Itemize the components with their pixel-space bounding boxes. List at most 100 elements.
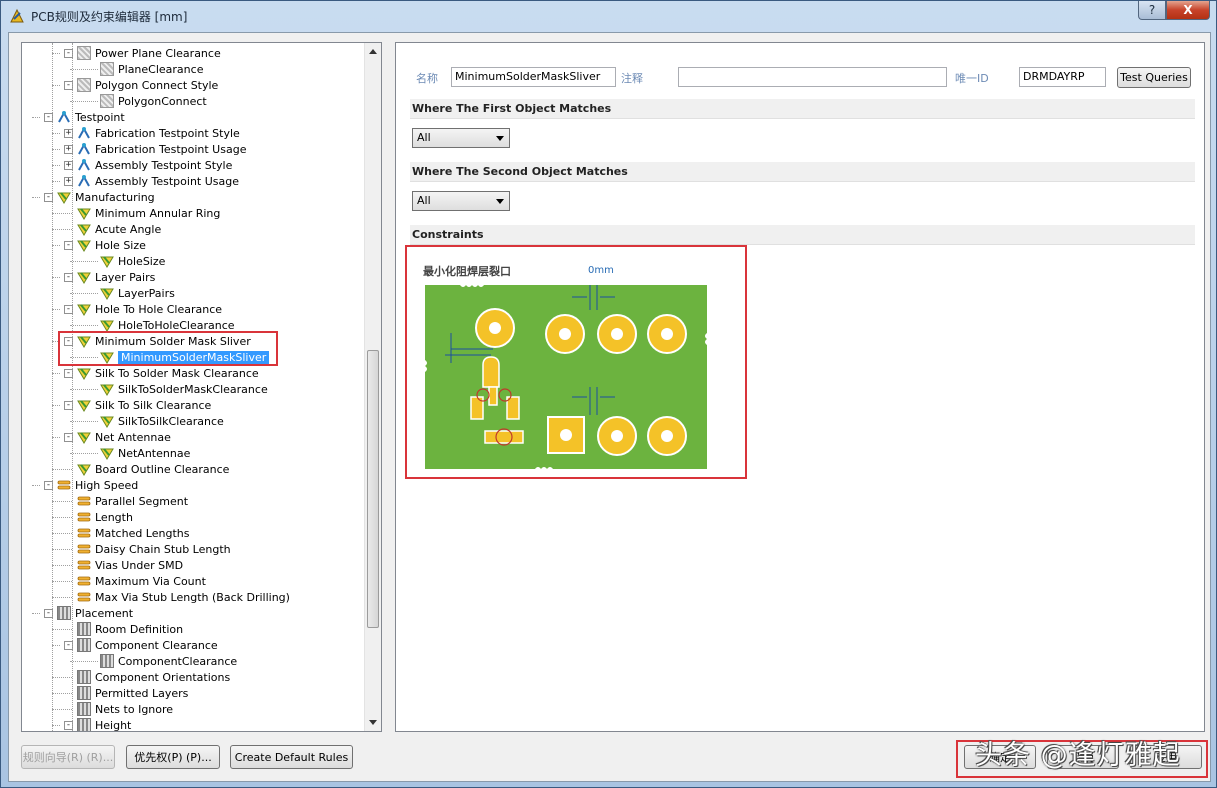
tree-item[interactable]: PlaneClearance	[100, 61, 203, 77]
tree-item[interactable]: - Net Antennae	[64, 429, 171, 445]
scroll-thumb[interactable]	[367, 350, 379, 628]
tree-connector	[52, 677, 72, 678]
comment-input[interactable]	[678, 67, 947, 87]
tree-connector	[52, 181, 60, 182]
scroll-up-icon[interactable]	[369, 49, 377, 54]
tree-connector	[70, 69, 98, 70]
tree-item[interactable]: - Hole Size	[64, 237, 146, 253]
tree-connector	[52, 277, 60, 278]
tree-item[interactable]: Room Definition	[77, 621, 183, 637]
tree-item[interactable]: - Manufacturing	[44, 189, 155, 205]
tree-scrollbar[interactable]	[364, 43, 381, 731]
tree-item-label: PolygonConnect	[118, 94, 207, 108]
title-bar[interactable]: PCB规则及约束编辑器 [mm] ? X	[1, 1, 1216, 31]
tree-item[interactable]: - Polygon Connect Style	[64, 77, 218, 93]
tree-item[interactable]: Nets to Ignore	[77, 701, 173, 717]
tree-connector	[52, 405, 60, 406]
tree-item[interactable]: - Component Clearance	[64, 637, 218, 653]
scroll-down-icon[interactable]	[369, 720, 377, 725]
dropdown-arrow-icon	[496, 136, 504, 141]
rule-mfg-icon	[77, 430, 91, 444]
tree-item-label: SilkToSilkClearance	[118, 414, 224, 428]
rule-hs-icon	[57, 478, 71, 492]
tree-item-label: Length	[95, 510, 133, 524]
tree-item-label: High Speed	[75, 478, 139, 492]
tree-item[interactable]: Max Via Stub Length (Back Drilling)	[77, 589, 290, 605]
tree-item-label: HoleSize	[118, 254, 166, 268]
close-button[interactable]: X	[1166, 1, 1210, 20]
name-input[interactable]: MinimumSolderMaskSliver	[451, 67, 616, 87]
tree-item[interactable]: - Placement	[44, 605, 133, 621]
tree-item[interactable]: - High Speed	[44, 477, 138, 493]
priorities-button[interactable]: 优先权(P) (P)...	[126, 745, 220, 769]
rule-mfg-icon	[77, 366, 91, 380]
tree-item[interactable]: Permitted Layers	[77, 685, 188, 701]
rule-mfg-icon	[57, 190, 71, 204]
tree-item-label: Silk To Silk Clearance	[95, 398, 212, 412]
create-default-rules-button[interactable]: Create Default Rules	[230, 745, 353, 769]
tree-item[interactable]: + Assembly Testpoint Style	[64, 157, 232, 173]
rule-wizard-button[interactable]: 规则向导(R) (R)...	[21, 745, 115, 769]
rule-hs-icon	[77, 574, 91, 588]
tree-item[interactable]: Minimum Annular Ring	[77, 205, 220, 221]
sliver-value[interactable]: 0mm	[588, 265, 614, 276]
second-object-header: Where The Second Object Matches	[410, 162, 1195, 182]
tree-item[interactable]: Component Orientations	[77, 669, 230, 685]
tree-item[interactable]: PolygonConnect	[100, 93, 207, 109]
tree-connector	[32, 485, 40, 486]
rules-tree[interactable]: - Power Plane Clearance PlaneClearance - Pol…	[21, 42, 382, 732]
tree-item[interactable]: Board Outline Clearance	[77, 461, 229, 477]
tree-item[interactable]: HoleSize	[100, 253, 165, 269]
second-object-combo[interactable]: All	[412, 191, 510, 211]
tree-item[interactable]: Daisy Chain Stub Length	[77, 541, 231, 557]
tree-item[interactable]: SilkToSolderMaskClearance	[100, 381, 268, 397]
tree-item[interactable]: SilkToSilkClearance	[100, 413, 224, 429]
tree-item[interactable]: NetAntennae	[100, 445, 190, 461]
tree-guide-line	[52, 43, 53, 731]
tree-connector	[52, 501, 72, 502]
tree-connector	[52, 245, 60, 246]
tree-item[interactable]: - Hole To Hole Clearance	[64, 301, 222, 317]
tree-item[interactable]: Matched Lengths	[77, 525, 189, 541]
tree-item[interactable]: + Fabrication Testpoint Style	[64, 125, 240, 141]
tree-item[interactable]: - Silk To Silk Clearance	[64, 397, 211, 413]
tree-connector	[52, 53, 60, 54]
tree-connector	[52, 629, 72, 630]
test-queries-button[interactable]: Test Queries	[1117, 67, 1191, 88]
tree-connector	[70, 325, 98, 326]
tree-item-label: PlaneClearance	[118, 62, 204, 76]
tree-item-label: LayerPairs	[118, 286, 175, 300]
tree-item-label: Assembly Testpoint Style	[95, 158, 233, 172]
tree-item[interactable]: Vias Under SMD	[77, 557, 183, 573]
tree-item[interactable]: Parallel Segment	[77, 493, 188, 509]
tree-item[interactable]: - Height	[64, 717, 131, 731]
tree-connector	[52, 229, 72, 230]
tree-guide-line	[72, 43, 73, 731]
tree-item-label: SilkToSolderMaskClearance	[118, 382, 268, 396]
tree-item[interactable]: - Silk To Solder Mask Clearance	[64, 365, 259, 381]
tree-item[interactable]: - Power Plane Clearance	[64, 45, 221, 61]
constraints-header: Constraints	[410, 225, 1195, 245]
tree-item-label: ComponentClearance	[118, 654, 238, 668]
tree-item[interactable]: Maximum Via Count	[77, 573, 206, 589]
uid-input[interactable]: DRMDAYRP	[1019, 67, 1106, 87]
tree-item[interactable]: LayerPairs	[100, 285, 175, 301]
uid-label: 唯一ID	[955, 72, 989, 85]
tree-item[interactable]: - Layer Pairs	[64, 269, 155, 285]
tree-connector	[52, 85, 60, 86]
tree-item[interactable]: ComponentClearance	[100, 653, 237, 669]
tree-item[interactable]: + Assembly Testpoint Usage	[64, 173, 239, 189]
tree-item[interactable]: Acute Angle	[77, 221, 161, 237]
tree-item-label: Testpoint	[75, 110, 125, 124]
window-title: PCB规则及约束编辑器 [mm]	[31, 9, 188, 24]
help-button[interactable]: ?	[1138, 1, 1166, 20]
tree-connector	[52, 533, 72, 534]
tree-item[interactable]: Length	[77, 509, 133, 525]
first-object-combo[interactable]: All	[412, 128, 510, 148]
solder-mask-diagram	[425, 285, 707, 469]
tree-item-label: Fabrication Testpoint Style	[95, 126, 240, 140]
tree-item[interactable]: + Fabrication Testpoint Usage	[64, 141, 246, 157]
tree-connector	[70, 261, 98, 262]
app-icon	[10, 8, 24, 23]
tree-item[interactable]: - Testpoint	[44, 109, 125, 125]
